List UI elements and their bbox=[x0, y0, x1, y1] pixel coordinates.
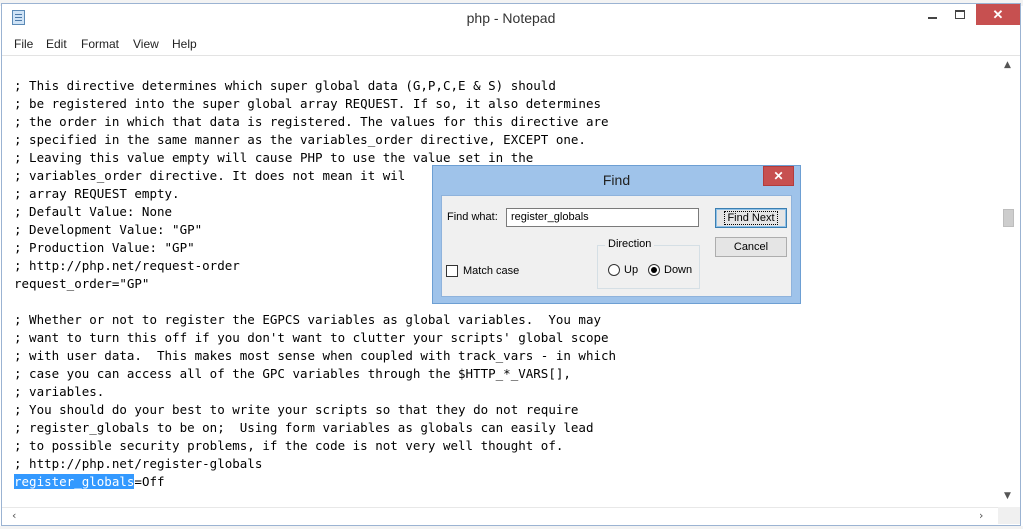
menu-edit[interactable]: Edit bbox=[46, 37, 67, 51]
text-line: ; Whether or not to register the EGPCS v… bbox=[14, 312, 601, 327]
maximize-icon bbox=[955, 10, 965, 19]
text-line: ; specified in the same manner as the va… bbox=[14, 132, 586, 147]
menu-view[interactable]: View bbox=[133, 37, 159, 51]
text-line: ; Development Value: "GP" bbox=[14, 222, 203, 237]
text-line: ; Production Value: "GP" bbox=[14, 240, 195, 255]
text-line: ; register_globals to be on; Using form … bbox=[14, 420, 594, 435]
text-line: ; You should do your best to write your … bbox=[14, 402, 579, 417]
text-line: ; want to turn this off if you don't wan… bbox=[14, 330, 609, 345]
selected-text: register_globals bbox=[14, 474, 135, 489]
maximize-button[interactable] bbox=[946, 4, 974, 25]
scroll-down-arrow-icon[interactable]: ▼ bbox=[1004, 491, 1011, 501]
direction-down-radio[interactable] bbox=[648, 264, 660, 276]
text-line-last: register_globals=Off bbox=[14, 473, 165, 491]
text-line: ; variables. bbox=[14, 384, 105, 399]
vertical-scroll-thumb[interactable] bbox=[1003, 209, 1014, 227]
vertical-scrollbar[interactable]: ▲ ▼ bbox=[998, 57, 1020, 507]
find-what-input[interactable]: register_globals bbox=[506, 208, 699, 227]
find-what-label: Find what: bbox=[447, 211, 498, 223]
menu-help[interactable]: Help bbox=[172, 37, 197, 51]
line-rest: =Off bbox=[134, 474, 165, 489]
text-line: ; http://php.net/register-globals bbox=[14, 456, 263, 471]
text-line: ; case you can access all of the GPC var… bbox=[14, 366, 571, 381]
text-line: ; the order in which that data is regist… bbox=[14, 114, 609, 129]
find-dialog: Find ✕ Find what: register_globals Find … bbox=[432, 165, 801, 304]
text-line: ; with user data. This makes most sense … bbox=[14, 348, 617, 363]
direction-label: Direction bbox=[605, 238, 655, 250]
text-line: ; be registered into the super global ar… bbox=[14, 96, 601, 111]
size-grip[interactable] bbox=[998, 507, 1020, 524]
menu-divider bbox=[2, 55, 1020, 56]
close-button[interactable]: ✕ bbox=[976, 4, 1020, 25]
minimize-icon bbox=[927, 16, 937, 19]
close-icon: ✕ bbox=[992, 6, 1004, 22]
find-next-button[interactable]: Find Next bbox=[715, 208, 787, 228]
minimize-button[interactable] bbox=[918, 4, 946, 25]
up-label[interactable]: Up bbox=[624, 264, 638, 276]
horizontal-scrollbar[interactable]: ‹ › bbox=[2, 507, 998, 525]
text-line: ; to possible security problems, if the … bbox=[14, 438, 564, 453]
text-line: ; http://php.net/request-order bbox=[14, 258, 240, 273]
text-line: ; array REQUEST empty. bbox=[14, 186, 180, 201]
menu-bar: File Edit Format View Help bbox=[2, 33, 1020, 53]
find-dialog-close-button[interactable]: ✕ bbox=[763, 166, 794, 186]
text-line: request_order="GP" bbox=[14, 276, 150, 291]
find-dialog-body: Find what: register_globals Find Next Ca… bbox=[441, 195, 792, 297]
menu-file[interactable]: File bbox=[14, 37, 33, 51]
cancel-button[interactable]: Cancel bbox=[715, 237, 787, 257]
menu-format[interactable]: Format bbox=[81, 37, 119, 51]
close-icon: ✕ bbox=[773, 169, 784, 183]
text-line: ; Default Value: None bbox=[14, 204, 173, 219]
text-line: ; variables_order directive. It does not… bbox=[14, 168, 406, 183]
text-line: ; This directive determines which super … bbox=[14, 78, 556, 93]
direction-up-radio[interactable] bbox=[608, 264, 620, 276]
match-case-checkbox[interactable] bbox=[446, 265, 458, 277]
window-title: php - Notepad bbox=[466, 10, 556, 26]
find-dialog-title: Find bbox=[602, 172, 631, 188]
down-label[interactable]: Down bbox=[664, 264, 692, 276]
scroll-left-arrow-icon[interactable]: ‹ bbox=[12, 509, 16, 522]
scroll-up-arrow-icon[interactable]: ▲ bbox=[1004, 60, 1011, 70]
title-bar: php - Notepad ✕ bbox=[2, 4, 1020, 32]
scroll-right-arrow-icon[interactable]: › bbox=[979, 509, 983, 522]
match-case-label[interactable]: Match case bbox=[463, 265, 519, 277]
